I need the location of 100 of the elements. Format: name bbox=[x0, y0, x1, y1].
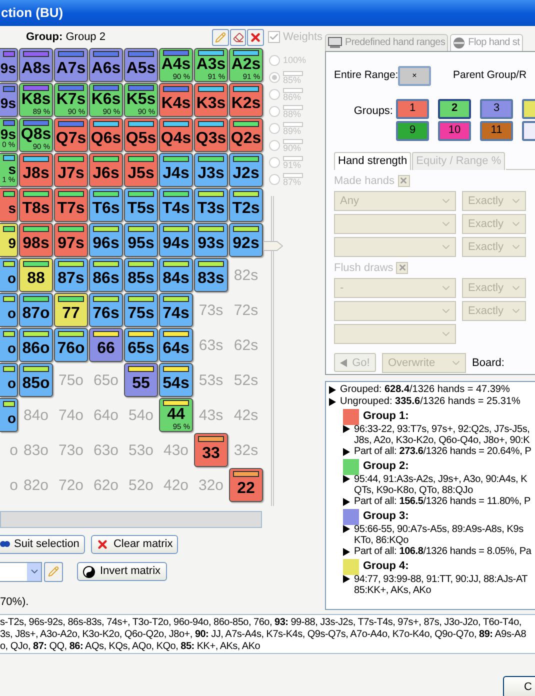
hand-cell[interactable]: o bbox=[0, 398, 18, 432]
bullet-icon bbox=[343, 425, 350, 434]
hand-label: Q4s bbox=[160, 131, 192, 148]
hand-cell[interactable]: 65s bbox=[124, 328, 158, 362]
hand-label: Q6s bbox=[90, 131, 122, 148]
edit-button[interactable] bbox=[44, 562, 63, 582]
hand-cell[interactable]: 97s bbox=[54, 223, 88, 258]
hand-cell[interactable]: 85o bbox=[19, 363, 53, 398]
hand-cell[interactable]: 86s bbox=[89, 258, 123, 292]
hand-cell[interactable]: J4s bbox=[159, 153, 193, 188]
hand-cell[interactable]: A6s bbox=[89, 48, 123, 82]
hand-cell[interactable]: 95s bbox=[124, 223, 158, 258]
hand-cell[interactable]: 66 bbox=[89, 328, 123, 362]
clear-matrix-button[interactable]: Clear matrix bbox=[91, 534, 178, 554]
hand-cell[interactable]: K2s bbox=[229, 83, 263, 118]
hand-cell[interactable]: J5s bbox=[124, 153, 158, 188]
hand-cell[interactable]: J8s bbox=[19, 153, 53, 188]
hand-cell[interactable]: 55 bbox=[124, 363, 158, 398]
hand-cell[interactable]: T5s bbox=[124, 188, 158, 222]
hand-cell[interactable]: o bbox=[0, 328, 18, 362]
hand-cell[interactable]: 77 bbox=[54, 293, 88, 328]
suit-icon bbox=[0, 539, 10, 549]
hand-cell[interactable]: 22 bbox=[229, 468, 263, 502]
hand-cell[interactable]: 88 bbox=[19, 258, 53, 292]
weight-slider[interactable] bbox=[263, 196, 283, 506]
hand-cell[interactable]: 98s bbox=[19, 223, 53, 258]
hand-label: o bbox=[7, 341, 17, 356]
hand-cell[interactable]: Q3s bbox=[194, 118, 228, 152]
hand-cell[interactable]: A8s bbox=[19, 48, 53, 82]
hand-label: s bbox=[8, 201, 17, 216]
hand-label: 83s bbox=[198, 271, 224, 288]
hand-cell[interactable]: 86o bbox=[19, 328, 53, 362]
group-button[interactable]: 9 bbox=[396, 120, 429, 141]
hand-cell[interactable]: A5s bbox=[124, 48, 158, 82]
edit-button[interactable] bbox=[212, 28, 229, 46]
dropdown[interactable] bbox=[334, 300, 456, 321]
hand-cell[interactable]: T2s bbox=[229, 188, 263, 222]
strength-tab[interactable]: Hand strength bbox=[334, 152, 412, 170]
suit-selection-button[interactable]: Suit selection bbox=[0, 534, 86, 554]
hand-cell[interactable]: 92s bbox=[229, 223, 263, 258]
hand-cell[interactable]: J3s bbox=[194, 153, 228, 188]
hand-cell[interactable]: T7s bbox=[54, 188, 88, 222]
hand-cell[interactable]: K4s bbox=[159, 83, 193, 118]
hand-cell[interactable]: 64s bbox=[159, 328, 193, 362]
dropdown[interactable] bbox=[334, 236, 456, 257]
hand-cell[interactable]: Q4s bbox=[159, 118, 193, 152]
hand-cell[interactable]: 54s bbox=[159, 363, 193, 398]
hand-cell[interactable]: J6s bbox=[89, 153, 123, 188]
hand-cell[interactable]: 9s bbox=[0, 48, 18, 82]
hand-label: K8s bbox=[21, 92, 51, 108]
hand-cell[interactable]: 9s bbox=[0, 83, 18, 118]
group-button[interactable]: 1 bbox=[396, 98, 429, 119]
hand-cell[interactable]: 76o bbox=[54, 328, 88, 362]
hand-cell[interactable]: o bbox=[0, 258, 18, 292]
group-button[interactable]: 11 bbox=[480, 120, 513, 141]
group-button[interactable]: 2 bbox=[438, 98, 471, 119]
invert-matrix-button[interactable]: Invert matrix bbox=[77, 562, 167, 581]
hand-cell[interactable]: 87o bbox=[19, 293, 53, 328]
dropdown[interactable] bbox=[334, 214, 456, 234]
hand-cell[interactable]: Q6s bbox=[89, 118, 123, 152]
dropdown[interactable] bbox=[334, 324, 456, 344]
hand-cell[interactable]: T4s bbox=[159, 188, 193, 222]
hand-cell[interactable]: T6s bbox=[89, 188, 123, 222]
entire-range-button[interactable]: × bbox=[398, 66, 431, 86]
hand-label: o bbox=[7, 306, 17, 320]
hand-cell[interactable]: 93s bbox=[194, 223, 228, 258]
hand-cell[interactable]: 75s bbox=[124, 293, 158, 328]
hand-cell[interactable]: Q2s bbox=[229, 118, 263, 152]
hand-label: s bbox=[8, 162, 17, 176]
hand-cell[interactable]: 94s bbox=[159, 223, 193, 258]
hand-cell[interactable]: 76s bbox=[89, 293, 123, 328]
hand-cell[interactable]: K3s bbox=[194, 83, 228, 118]
erase-button[interactable] bbox=[230, 28, 246, 46]
hand-cell[interactable]: J7s bbox=[54, 153, 88, 188]
group-button[interactable]: 3 bbox=[480, 98, 513, 119]
hand-cell[interactable]: T8s bbox=[19, 188, 53, 222]
hand-cell[interactable]: Q5s bbox=[124, 118, 158, 152]
hand-cell[interactable]: 84s bbox=[159, 258, 193, 292]
hand-cell[interactable]: 33 bbox=[194, 433, 228, 468]
group-button[interactable]: 10 bbox=[438, 120, 471, 141]
hand-cell[interactable]: 83s bbox=[194, 258, 228, 292]
hand-cell[interactable]: o bbox=[0, 293, 18, 328]
hand-cell[interactable]: 85s bbox=[124, 258, 158, 292]
hand-label: o bbox=[7, 376, 17, 390]
bullet-icon bbox=[343, 575, 350, 584]
delete-button[interactable] bbox=[247, 28, 264, 46]
hand-cell[interactable]: 9 bbox=[0, 223, 18, 258]
hand-cell[interactable]: Q7s bbox=[54, 118, 88, 152]
hand-cell[interactable]: o bbox=[0, 363, 18, 398]
hand-cell[interactable]: 96s bbox=[89, 223, 123, 258]
range-dropdown[interactable] bbox=[0, 562, 42, 582]
hand-cell[interactable]: J2s bbox=[229, 153, 263, 188]
hand-cell[interactable]: 74s bbox=[159, 293, 193, 328]
hand-cell[interactable]: A7s bbox=[54, 48, 88, 82]
hand-cell[interactable]: T3s bbox=[194, 188, 228, 222]
hand-cell[interactable]: 87s bbox=[54, 258, 88, 292]
slider-thumb[interactable] bbox=[263, 241, 283, 252]
ok-button[interactable]: C bbox=[503, 676, 535, 696]
close-icon bbox=[249, 30, 262, 44]
hand-cell[interactable]: s bbox=[0, 188, 18, 222]
